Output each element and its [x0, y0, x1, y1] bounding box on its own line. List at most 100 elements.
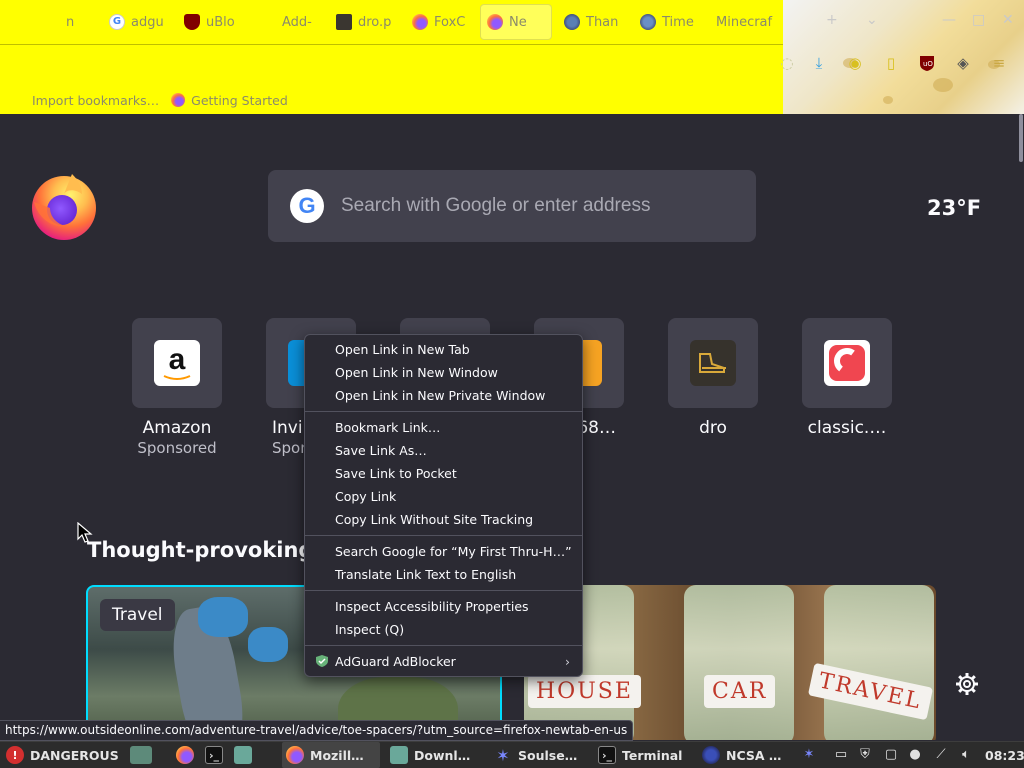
bookmark-import[interactable]: Import bookmarks… — [32, 93, 159, 108]
extension-icon[interactable]: ◌ — [778, 54, 796, 72]
top-site-tile: a — [132, 318, 222, 408]
weather-temperature[interactable]: 23°F — [927, 196, 981, 220]
account-icon[interactable]: ◉ — [846, 54, 864, 72]
menu-item-search-google[interactable]: Search Google for “My First Thru-H…” — [305, 540, 582, 563]
tab-item[interactable]: Time — [634, 4, 704, 40]
story-card-money-jars[interactable]: HOUSE CAR TRAVEL — [524, 585, 936, 740]
menu-item-inspect[interactable]: Inspect (Q) — [305, 618, 582, 641]
firefox-icon — [176, 746, 194, 764]
minimize-button[interactable]: — — [942, 12, 956, 28]
bookmark-label: Import bookmarks… — [32, 92, 160, 108]
scrollbar-thumb[interactable] — [1019, 114, 1023, 162]
menu-item-copy-link[interactable]: Copy Link — [305, 485, 582, 508]
launcher-files[interactable] — [234, 742, 252, 768]
firefox-icon — [487, 14, 503, 30]
tab-label: n — [66, 14, 75, 30]
google-icon: G — [109, 14, 125, 30]
google-icon: G — [290, 189, 324, 223]
top-site-amazon[interactable]: a Amazon Sponsored — [110, 318, 244, 457]
menu-item-save-to-pocket[interactable]: Save Link to Pocket — [305, 462, 582, 485]
tab-label: dro.p — [358, 14, 392, 30]
top-site-label: dro — [699, 418, 727, 438]
top-site-label: classic.… — [807, 418, 887, 438]
firefox-icon — [412, 14, 428, 30]
menu-item-adguard[interactable]: AdGuard AdBlocker › — [305, 650, 582, 673]
tab-item[interactable]: dro.p — [330, 4, 394, 40]
clock[interactable]: 08:23 — [985, 742, 1024, 768]
svg-text:uO: uO — [923, 60, 933, 68]
show-desktop-button[interactable] — [130, 742, 152, 768]
menu-item-copy-link-no-tracking[interactable]: Copy Link Without Site Tracking — [305, 508, 582, 531]
tab-item[interactable]: FoxC — [406, 4, 470, 40]
menu-separator — [305, 535, 582, 536]
firefox-logo-icon — [32, 174, 96, 240]
adguard-shield-icon — [316, 655, 328, 667]
tab-item-active[interactable]: Ne — [480, 4, 552, 40]
menu-item-save-link-as[interactable]: Save Link As… — [305, 439, 582, 462]
settings-gear-icon[interactable] — [955, 672, 979, 696]
jar-label: HOUSE — [528, 675, 641, 708]
tab-strip-divider — [0, 44, 783, 45]
menu-item-label: AdGuard AdBlocker — [335, 654, 456, 669]
tab-item[interactable]: Than — [558, 4, 628, 40]
section-title: Thought-provoking — [87, 538, 314, 562]
menu-item-open-new-tab[interactable]: Open Link in New Tab — [305, 338, 582, 361]
ublock-icon[interactable]: uO — [918, 54, 936, 72]
close-window-button[interactable]: ✕ — [1002, 12, 1014, 28]
soulseek-tray-icon[interactable]: ✶ — [800, 746, 818, 764]
globe-icon — [564, 14, 580, 30]
warning-indicator[interactable]: ! DANGEROUS — [6, 742, 119, 768]
network-icon[interactable]: ⟋ — [932, 746, 950, 764]
task-downloads[interactable]: Downl… — [390, 742, 470, 768]
tab-label: Add- — [282, 14, 312, 30]
task-soulseek[interactable]: ✶ Soulse… — [494, 742, 577, 768]
list-all-tabs-button[interactable]: ⌄ — [866, 12, 878, 28]
globe-icon — [640, 14, 656, 30]
tab-item[interactable]: n — [60, 4, 84, 40]
link-status-url: https://www.outsideonline.com/adventure-… — [0, 720, 634, 741]
task-ncsa[interactable]: NCSA … — [702, 742, 781, 768]
menu-item-inspect-accessibility[interactable]: Inspect Accessibility Properties — [305, 595, 582, 618]
menu-item-bookmark-link[interactable]: Bookmark Link… — [305, 416, 582, 439]
volume-icon[interactable]: 🔈︎ — [957, 746, 975, 764]
firefox-icon — [171, 93, 186, 107]
amazon-icon: a — [154, 340, 200, 386]
tab-item[interactable]: Add- — [258, 4, 322, 40]
menu-item-open-private-window[interactable]: Open Link in New Private Window — [305, 384, 582, 407]
dro-icon — [336, 14, 352, 30]
ublock-icon — [184, 14, 200, 30]
task-terminal[interactable]: ›_ Terminal — [598, 742, 682, 768]
tab-item[interactable]: uBlo — [178, 4, 242, 40]
jar-label: CAR — [704, 675, 776, 708]
menu-separator — [305, 411, 582, 412]
display-icon[interactable]: ▢ — [882, 746, 900, 764]
shield-icon[interactable]: ⛨ — [856, 746, 874, 764]
warning-label: DANGEROUS — [30, 747, 119, 763]
launcher-firefox[interactable] — [176, 742, 194, 768]
menu-hamburger-icon[interactable]: ≡ — [990, 54, 1008, 72]
task-label: Downl… — [414, 747, 471, 763]
downloads-icon[interactable]: ⤓ — [810, 54, 828, 72]
tab-item[interactable]: G adgu — [103, 4, 167, 40]
tracker-icon[interactable]: ◈ — [954, 54, 972, 72]
task-firefox[interactable]: Mozill… — [282, 742, 380, 768]
user-icon[interactable]: ● — [906, 746, 924, 764]
story-category-badge: Travel — [100, 599, 175, 631]
search-input[interactable]: G Search with Google or enter address — [268, 170, 756, 242]
maximize-button[interactable]: □ — [972, 12, 985, 28]
extensions-puzzle-icon[interactable]: ▯ — [882, 54, 900, 72]
menu-separator — [305, 645, 582, 646]
menu-item-translate-link[interactable]: Translate Link Text to English — [305, 563, 582, 586]
task-label: NCSA … — [726, 747, 782, 763]
tab-strip: n G adgu uBlo Add- dro.p FoxC Ne Than Ti… — [0, 0, 783, 44]
clipboard-icon[interactable]: ▭ — [832, 746, 850, 764]
tab-label: uBlo — [206, 14, 235, 30]
menu-item-open-new-window[interactable]: Open Link in New Window — [305, 361, 582, 384]
launcher-terminal[interactable]: ›_ — [205, 742, 223, 768]
new-tab-button[interactable]: + — [826, 12, 838, 28]
tab-item[interactable]: Minecraf — [710, 4, 782, 40]
tab-label: Ne — [509, 14, 527, 30]
top-site-dro[interactable]: dro — [646, 318, 780, 438]
top-site-classic[interactable]: classic.… — [780, 318, 914, 438]
bookmark-getting-started[interactable]: Getting Started — [171, 93, 288, 108]
